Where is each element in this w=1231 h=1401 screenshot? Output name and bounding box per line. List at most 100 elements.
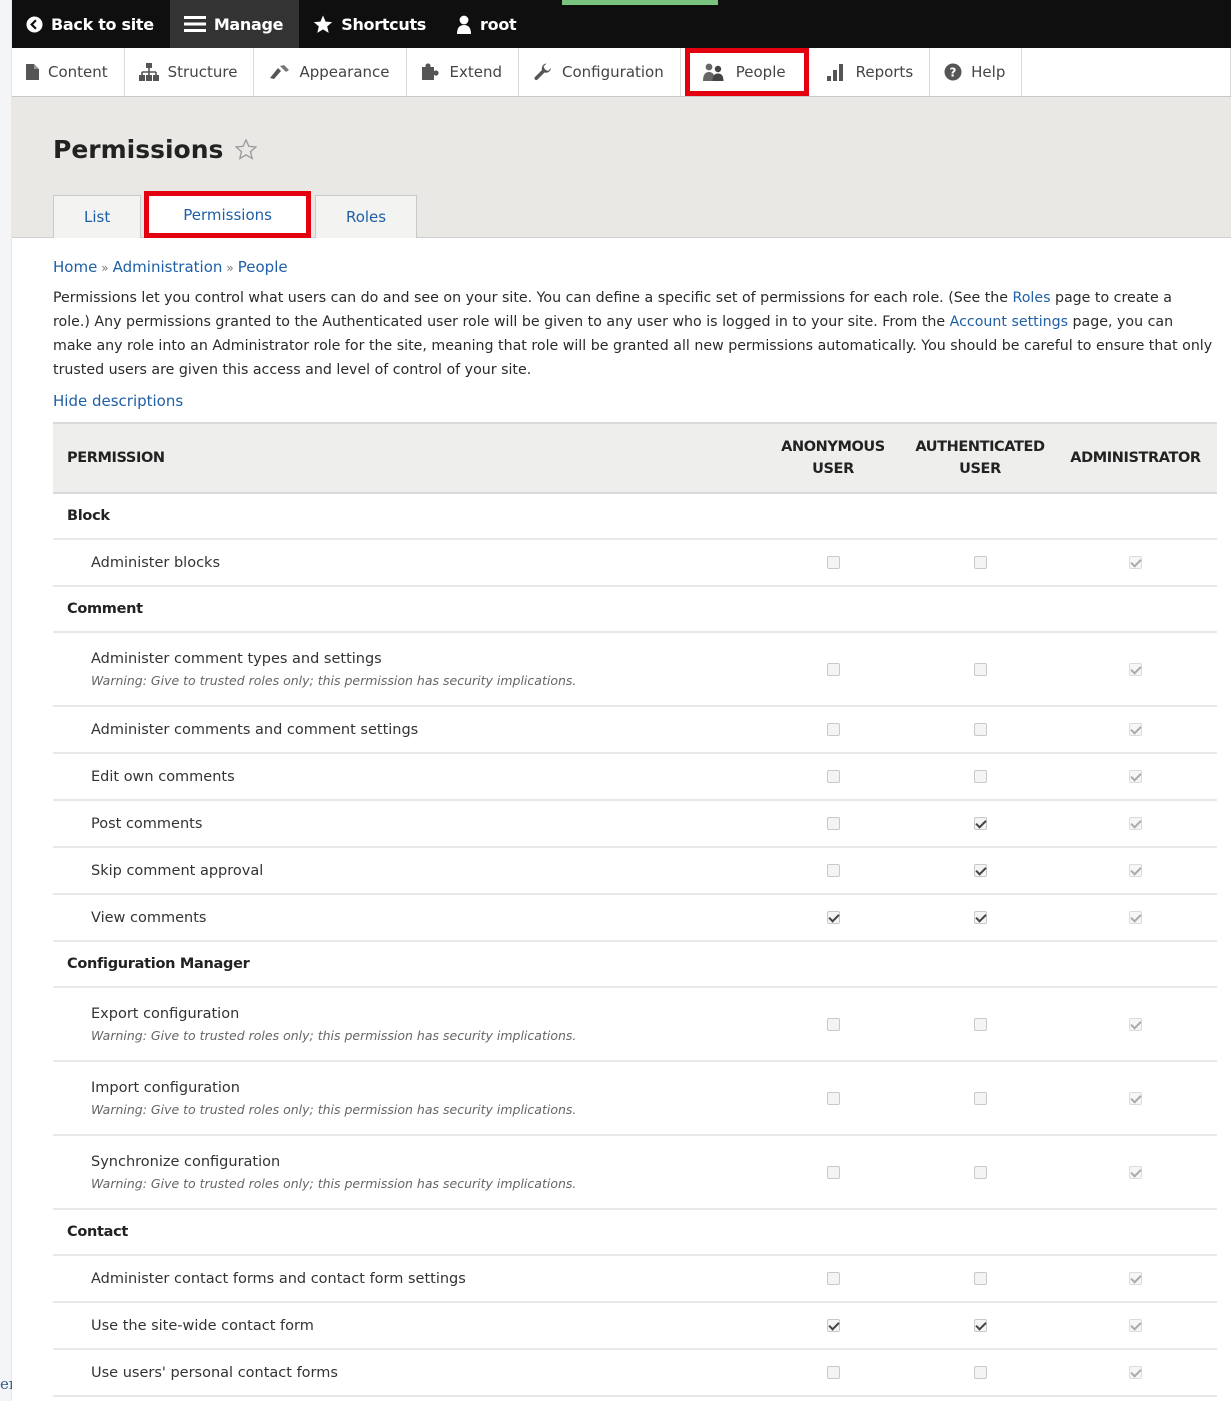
tray-item-people[interactable]: People: [684, 48, 809, 96]
tray-item-configuration[interactable]: Configuration: [519, 48, 681, 96]
module-row: Configuration Manager: [53, 941, 1217, 988]
checkbox-cell-administrator: [1054, 1349, 1217, 1397]
permission-cell: Synchronize configuration Warning: Give t…: [53, 1135, 760, 1210]
permission-checkbox-administrator: [1129, 1017, 1142, 1031]
checkbox-cell-authenticated: [906, 987, 1054, 1062]
permission-checkbox-authenticated[interactable]: [973, 864, 987, 877]
checkbox-cell-authenticated: [906, 894, 1054, 942]
permission-checkbox-administrator: [1129, 1319, 1142, 1332]
permission-row: Post comments: [53, 800, 1217, 848]
main-content: Home» Administration» People Permissions l…: [12, 258, 1231, 1397]
checkbox-cell-administrator: [1054, 800, 1217, 848]
checkbox-cell-authenticated: [906, 632, 1054, 707]
permission-label: Import configuration: [91, 1079, 240, 1096]
permission-checkbox-anonymous[interactable]: [826, 911, 840, 924]
svg-text:?: ?: [950, 66, 957, 80]
tray-item-label: Structure: [167, 63, 238, 81]
permission-checkbox-anonymous[interactable]: [826, 817, 840, 830]
wrench-icon: [533, 62, 553, 82]
hide-descriptions-link[interactable]: Hide descriptions: [53, 392, 1231, 410]
checkbox-cell-authenticated: [906, 1302, 1054, 1350]
permission-cell: Administer blocks: [53, 539, 760, 587]
permission-cell: Use users' personal contact forms: [53, 1349, 760, 1397]
module-name: Comment: [53, 586, 1217, 633]
permission-checkbox-anonymous[interactable]: [826, 723, 840, 736]
tray-item-help[interactable]: ? Help: [930, 48, 1023, 96]
header-label: USER: [959, 461, 1001, 477]
manage-button[interactable]: Manage: [169, 0, 300, 48]
shortcuts-button[interactable]: Shortcuts: [299, 0, 442, 48]
tab-roles[interactable]: Roles: [314, 195, 418, 238]
permission-checkbox-anonymous[interactable]: [826, 770, 840, 783]
checkbox-cell-anonymous: [760, 987, 906, 1062]
permission-label: Administer blocks: [91, 554, 220, 571]
permission-warning: Warning: Give to trusted roles only; thi…: [91, 1101, 577, 1117]
tray-item-structure[interactable]: Structure: [125, 48, 255, 96]
checkbox-cell-authenticated: [906, 1061, 1054, 1136]
permission-checkbox-authenticated[interactable]: [973, 1366, 987, 1379]
permission-label: Use users' personal contact forms: [91, 1364, 338, 1381]
permission-checkbox-authenticated[interactable]: [973, 556, 987, 569]
description-text: Permissions let you control what users c…: [53, 290, 1013, 306]
account-settings-link[interactable]: Account settings: [950, 314, 1068, 330]
tray-item-content[interactable]: Content: [12, 48, 125, 96]
checkbox-cell-authenticated: [906, 753, 1054, 801]
permission-checkbox-anonymous[interactable]: [826, 1319, 840, 1332]
permission-checkbox-authenticated[interactable]: [973, 1319, 987, 1332]
permission-checkbox-anonymous[interactable]: [826, 1017, 840, 1031]
tab-list[interactable]: List: [53, 195, 142, 238]
checkbox-cell-authenticated: [906, 706, 1054, 754]
permission-label: Administer comments and comment settings: [91, 721, 419, 738]
admin-page: Back to site Manage Shortcuts root Conte…: [12, 0, 1231, 1401]
breadcrumb-link-administration[interactable]: Administration: [113, 258, 223, 276]
user-button[interactable]: root: [442, 0, 532, 48]
manage-label: Manage: [213, 14, 284, 34]
permission-checkbox-administrator: [1129, 911, 1142, 924]
permission-checkbox-authenticated[interactable]: [973, 662, 987, 676]
tray-item-label: People: [735, 63, 786, 81]
roles-link[interactable]: Roles: [1013, 290, 1051, 306]
permission-checkbox-authenticated[interactable]: [973, 1165, 987, 1179]
tray-item-extend[interactable]: Extend: [407, 48, 520, 96]
add-shortcut-star-icon[interactable]: [235, 139, 258, 160]
permission-checkbox-anonymous[interactable]: [826, 1091, 840, 1105]
permission-checkbox-anonymous[interactable]: [826, 1366, 840, 1379]
permission-checkbox-authenticated[interactable]: [973, 723, 987, 736]
page-header: Permissions List Permissions Roles: [12, 97, 1231, 238]
permission-warning: Warning: Give to trusted roles only; thi…: [91, 1175, 577, 1191]
module-name: Block: [53, 493, 1217, 540]
tray-item-appearance[interactable]: Appearance: [254, 48, 407, 96]
star-icon: [313, 15, 333, 34]
permission-checkbox-anonymous[interactable]: [826, 864, 840, 877]
permission-checkbox-anonymous[interactable]: [826, 1165, 840, 1179]
permission-cell: Post comments: [53, 800, 760, 848]
permission-cell: Skip comment approval: [53, 847, 760, 895]
checkbox-cell-administrator: [1054, 1255, 1217, 1303]
tab-permissions[interactable]: Permissions: [144, 191, 311, 238]
tray-item-reports[interactable]: Reports: [813, 48, 931, 96]
permission-checkbox-anonymous[interactable]: [826, 556, 840, 569]
permission-row: Synchronize configuration Warning: Give t…: [53, 1135, 1217, 1210]
permission-checkbox-authenticated[interactable]: [973, 770, 987, 783]
permission-checkbox-anonymous[interactable]: [826, 662, 840, 676]
module-row: Comment: [53, 586, 1217, 633]
permission-checkbox-authenticated[interactable]: [973, 1017, 987, 1031]
header-label: ANONYMOUS: [781, 439, 885, 455]
permission-checkbox-authenticated[interactable]: [973, 1272, 987, 1285]
permission-checkbox-authenticated[interactable]: [973, 1091, 987, 1105]
permission-checkbox-authenticated[interactable]: [973, 817, 987, 830]
permission-checkbox-anonymous[interactable]: [826, 1272, 840, 1285]
breadcrumb-link-home[interactable]: Home: [53, 258, 97, 276]
permission-label: View comments: [91, 909, 207, 926]
header-administrator: ADMINISTRATOR: [1070, 450, 1201, 466]
back-to-site-button[interactable]: Back to site: [12, 0, 170, 48]
checkbox-cell-anonymous: [760, 894, 906, 942]
table-header-row: PERMISSION ANONYMOUS USER AUTHENTICATED US…: [53, 423, 1217, 493]
breadcrumb-link-people[interactable]: People: [238, 258, 288, 276]
checkbox-cell-authenticated: [906, 847, 1054, 895]
checkbox-cell-anonymous: [760, 539, 906, 587]
tab-label: List: [84, 208, 111, 226]
permission-row: Administer comment types and settings War…: [53, 632, 1217, 707]
permission-checkbox-authenticated[interactable]: [973, 911, 987, 924]
permission-label: Post comments: [91, 815, 203, 832]
